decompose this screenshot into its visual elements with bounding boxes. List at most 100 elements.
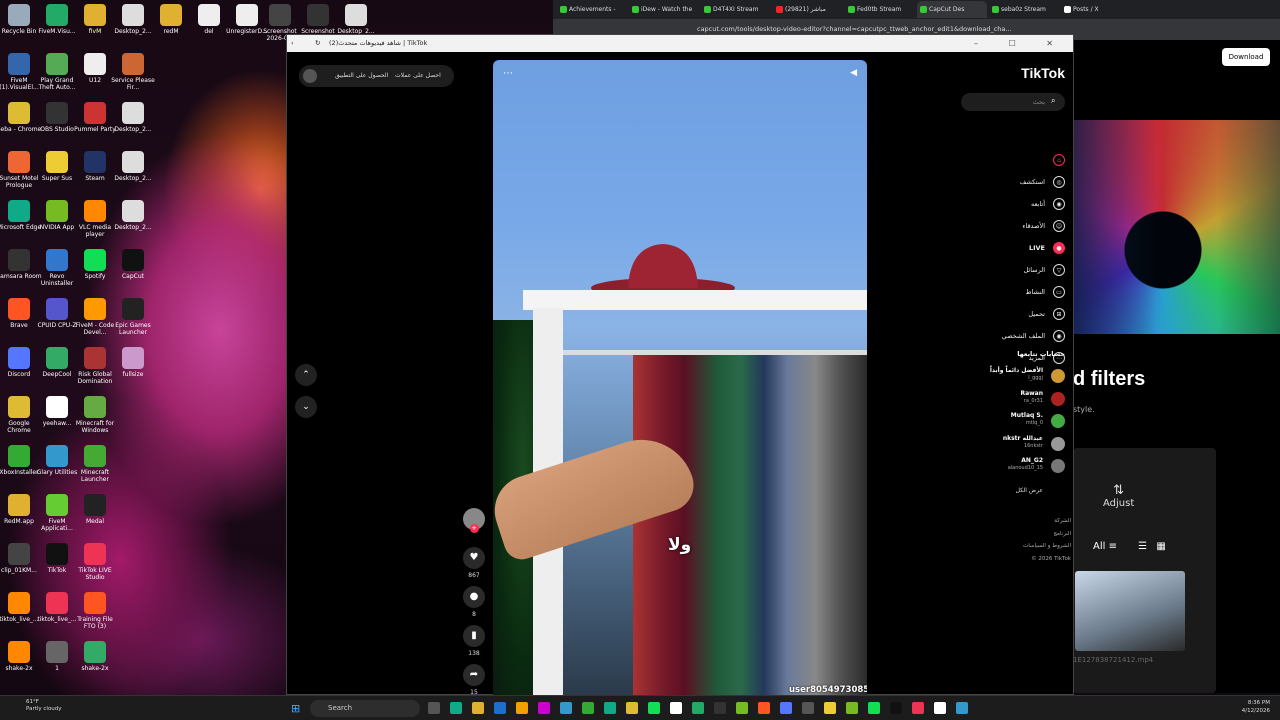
followed-account[interactable]: Rawan ra_0r31: [959, 389, 1065, 409]
browser-tab[interactable]: seba0z Stream: [989, 1, 1059, 18]
tiktok-icon[interactable]: [890, 702, 902, 714]
desktop-icon[interactable]: Desktop_2...: [333, 4, 379, 35]
desktop-icon[interactable]: Desktop_2...: [110, 102, 156, 133]
browser-tab[interactable]: iDew - Watch the: [629, 1, 699, 18]
medal-icon[interactable]: [934, 702, 946, 714]
desktop-icon[interactable]: Minecraft Launcher: [72, 445, 118, 483]
app-icon[interactable]: [802, 702, 814, 714]
app-icon[interactable]: [956, 702, 968, 714]
browser-tab[interactable]: Posts / X: [1061, 1, 1131, 18]
steam-icon[interactable]: [714, 702, 726, 714]
tiktok-live-icon[interactable]: [912, 702, 924, 714]
avatar[interactable]: [303, 69, 317, 83]
edge-icon[interactable]: [450, 702, 462, 714]
previous-video-button[interactable]: ⌃: [295, 364, 317, 386]
desktop-icon[interactable]: Medal: [72, 494, 118, 525]
follow-plus-icon[interactable]: +: [469, 524, 479, 533]
explorer-icon[interactable]: [472, 702, 484, 714]
volume-icon[interactable]: ◀: [850, 68, 857, 78]
share-button[interactable]: ➦ 15: [460, 664, 488, 696]
adjust-button[interactable]: ⇅ Adjust: [1103, 483, 1134, 509]
all-filter-button[interactable]: All ≡ ☰ ▦: [1093, 541, 1166, 552]
creator-avatar[interactable]: +: [460, 508, 488, 533]
video-player[interactable]: ⋯ ◀ ولا user8054973085: [493, 60, 867, 696]
desktop-icon[interactable]: shake-2x: [72, 641, 118, 672]
followed-account[interactable]: Mutlaq S. mtlq_0: [959, 411, 1065, 431]
save-button[interactable]: ▮ 138: [460, 625, 488, 657]
window-controls[interactable]: – ☐ ✕: [974, 35, 1067, 52]
spotify-icon[interactable]: [868, 702, 880, 714]
nav-item[interactable]: أتابعه ◉: [965, 195, 1065, 213]
followed-account[interactable]: AN_G2 alanoud10_15: [959, 456, 1065, 476]
media-icon[interactable]: [670, 702, 682, 714]
chrome-icon[interactable]: [582, 702, 594, 714]
reload-icon[interactable]: ↻: [315, 35, 320, 52]
desktop-icon[interactable]: Minecraft for Windows: [72, 396, 118, 434]
search-input[interactable]: بحث: [961, 93, 1065, 111]
store-icon[interactable]: [494, 702, 506, 714]
task-view-icon[interactable]: [428, 702, 440, 714]
followed-account[interactable]: الأفضل دائماً وأبداً l_gggj: [959, 366, 1065, 386]
chrome-icon[interactable]: [626, 702, 638, 714]
clock[interactable]: 8:36 PM 4/12/2026: [1242, 699, 1270, 715]
nav-item[interactable]: استكشف ◎: [965, 173, 1065, 191]
edge-icon[interactable]: [604, 702, 616, 714]
next-video-button[interactable]: ⌄: [295, 396, 317, 418]
nav-item[interactable]: ⌂: [965, 151, 1065, 169]
browser-tab[interactable]: Achievements -: [557, 1, 627, 18]
desktop-icon[interactable]: Desktop_2...: [110, 151, 156, 182]
capcut-icon[interactable]: [692, 702, 704, 714]
footer-link[interactable]: الشركة: [1054, 518, 1071, 524]
app-icon: [46, 4, 68, 26]
nav-item[interactable]: الرسائل ▽: [965, 261, 1065, 279]
nav-item[interactable]: LIVE ●: [965, 239, 1065, 257]
like-button[interactable]: ♥ 867: [460, 547, 488, 579]
nav-item[interactable]: النشاط ▭: [965, 283, 1065, 301]
browser-tab[interactable]: D4T4XI Stream: [701, 1, 771, 18]
desktop-icon[interactable]: Desktop_2...: [110, 200, 156, 231]
nav-item[interactable]: الملف الشخصي ◉: [965, 327, 1065, 345]
get-app-button[interactable]: الحصول على التطبيق: [335, 65, 388, 87]
desktop-icon[interactable]: Training File FTO (3): [72, 592, 118, 630]
comment-button[interactable]: ● 8: [460, 586, 488, 618]
footer-link[interactable]: © 2026 TikTok: [1031, 556, 1071, 562]
see-all-link[interactable]: عرض الكل: [1016, 487, 1043, 494]
discord-icon[interactable]: [538, 702, 550, 714]
app-icon[interactable]: [736, 702, 748, 714]
browser-tab[interactable]: CapCut Des: [917, 1, 987, 18]
more-options-icon[interactable]: ⋯: [503, 68, 513, 79]
steam-icon[interactable]: [560, 702, 572, 714]
desktop-icon[interactable]: Service Please Fir...: [110, 53, 156, 91]
tiktok-logo[interactable]: TikTok: [1021, 65, 1065, 81]
app-icon[interactable]: [824, 702, 836, 714]
back-icon[interactable]: ‹: [291, 35, 294, 52]
nav-item[interactable]: الأصدقاء ☺: [965, 217, 1065, 235]
folder-icon[interactable]: [516, 702, 528, 714]
get-coins-button[interactable]: احصل على عملات: [395, 65, 441, 87]
list-view-icon[interactable]: ☰: [1138, 541, 1147, 552]
desktop-icon[interactable]: Epic Games Launcher: [110, 298, 156, 336]
whatsapp-icon[interactable]: [648, 702, 660, 714]
taskbar-search[interactable]: Search: [310, 700, 420, 717]
brave-icon[interactable]: [758, 702, 770, 714]
nav-item[interactable]: تحميل ⊞: [965, 305, 1065, 323]
desktop-icon-label: FiveM Applicati...: [41, 518, 73, 532]
followed-account[interactable]: nkstr عبدالله 16nkstr: [959, 434, 1065, 454]
download-button[interactable]: Download: [1222, 48, 1270, 66]
video-username[interactable]: user8054973085: [789, 685, 867, 695]
footer-link[interactable]: البرنامج: [1053, 531, 1071, 537]
desktop-icon[interactable]: CapCut: [110, 249, 156, 280]
media-thumbnail[interactable]: [1075, 571, 1185, 651]
browser-tab[interactable]: مباشر (29821): [773, 1, 843, 18]
search-icon[interactable]: ⌕: [1051, 96, 1055, 106]
desktop-icon[interactable]: fullsize: [110, 347, 156, 378]
weather-widget[interactable]: 61°F Partly cloudy: [26, 699, 62, 713]
app-icon: [236, 4, 258, 26]
discord-icon[interactable]: [780, 702, 792, 714]
nvidia-icon[interactable]: [846, 702, 858, 714]
grid-view-icon[interactable]: ▦: [1156, 541, 1165, 552]
start-icon[interactable]: ⊞: [291, 702, 300, 715]
browser-tab[interactable]: Fed0tb Stream: [845, 1, 915, 18]
desktop-icon[interactable]: TikTok LIVE Studio: [72, 543, 118, 581]
footer-link[interactable]: الشروط و السياسات: [1023, 543, 1071, 549]
